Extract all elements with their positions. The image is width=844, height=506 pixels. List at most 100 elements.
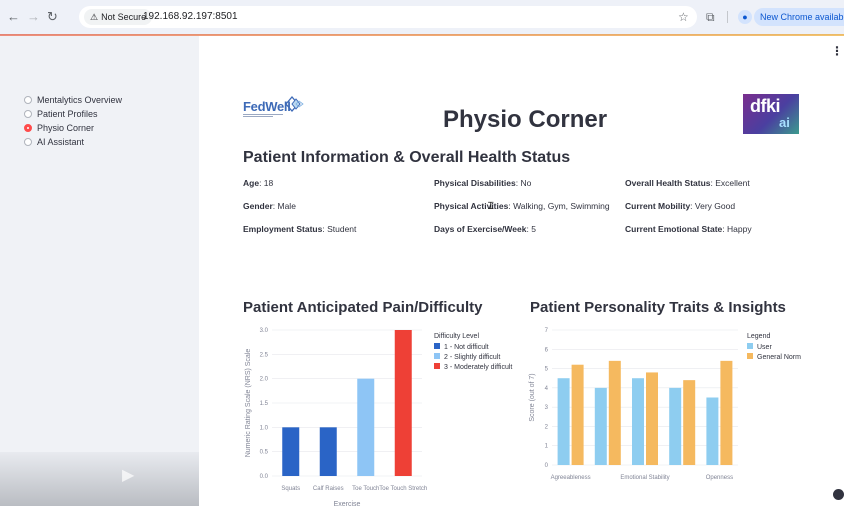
bar-user (706, 397, 719, 465)
radio-icon[interactable] (24, 96, 32, 104)
bar (357, 378, 375, 476)
legend-swatch (747, 353, 753, 359)
info-employment: Employment Status: Student (243, 224, 357, 234)
back-icon[interactable]: ← (7, 10, 20, 24)
radio-icon[interactable] (24, 138, 32, 146)
info-value: Happy (727, 224, 752, 234)
dfki-logo-ai: ai (779, 115, 790, 130)
sidebar-item-physio-corner[interactable]: Physio Corner (24, 122, 94, 134)
streamlit-status-icon[interactable] (833, 489, 844, 500)
page-title: Physio Corner (443, 106, 608, 133)
legend-label: User (757, 344, 772, 351)
sidebar-item-patient-profiles[interactable]: Patient Profiles (24, 108, 98, 120)
reload-icon[interactable]: ↻ (47, 10, 58, 24)
info-value: Male (277, 201, 296, 211)
x-tick-label: Toe Touch (352, 486, 379, 492)
info-key: Physical Disabilities (434, 178, 516, 188)
x-tick-label: Calf Raises (313, 486, 344, 492)
y-tick-label: 2.0 (260, 377, 269, 383)
sidebar-item-mentalytics-overview[interactable]: Mentalytics Overview (24, 94, 122, 106)
legend-swatch (434, 363, 440, 369)
bar (394, 330, 412, 476)
bar-general-norm (646, 372, 658, 465)
text-cursor-icon: Ɪ (488, 201, 494, 212)
x-tick-label: Toe Touch Stretch (379, 486, 427, 492)
legend-label: General Norm (757, 354, 801, 361)
info-key: Gender (243, 201, 273, 211)
x-tick-label: Agreeableness (551, 475, 591, 481)
forward-icon[interactable]: → (27, 10, 40, 24)
bar (282, 427, 300, 476)
y-tick-label: 1.5 (260, 401, 269, 407)
section-heading-pain: Patient Anticipated Pain/Difficulty (243, 299, 483, 316)
x-tick-label: Openness (706, 475, 733, 481)
bar (319, 427, 337, 476)
info-value: No (520, 178, 532, 188)
info-age: Age: 18 (243, 178, 274, 188)
info-gender: Gender: Male (243, 201, 296, 211)
fedwell-diamond-icon (285, 96, 304, 112)
y-tick-label: 3.0 (260, 328, 269, 334)
info-mobility: Current Mobility: Very Good (625, 201, 736, 211)
info-key: Physical Activities (434, 201, 509, 211)
bookmark-star-icon[interactable]: ☆ (678, 10, 689, 24)
y-tick-label: 0.5 (260, 450, 269, 456)
play-icon[interactable]: ▶ (122, 465, 134, 485)
legend-title: Legend (747, 333, 770, 340)
bar-user (557, 378, 570, 465)
info-key: Current Emotional State (625, 224, 723, 234)
radio-icon[interactable] (24, 110, 32, 118)
legend-swatch (434, 353, 440, 359)
warning-icon: ⚠ (90, 12, 99, 22)
bar-general-norm (683, 380, 696, 465)
sidebar-item-label: Patient Profiles (37, 109, 98, 119)
info-value: 5 (531, 224, 536, 234)
y-tick-label: 2 (545, 424, 549, 430)
personality-traits-chart: 0 1 2 3 4 5 6 7 Agreeableness Emotional Stability… (529, 328, 801, 481)
sidebar-item-label: Mentalytics Overview (37, 95, 123, 105)
security-chip[interactable]: ⚠ Not Secure (84, 9, 153, 25)
y-tick-label: 3 (545, 405, 549, 411)
new-chrome-button[interactable]: New Chrome available ⋮ (754, 8, 844, 26)
dfki-logo-text: dfki (750, 96, 781, 116)
y-axis-label: Numeric Rating Scale (NRS) Scale (245, 349, 252, 458)
y-tick-label: 6 (545, 347, 549, 353)
legend-swatch (434, 343, 440, 349)
bar-user (669, 387, 682, 465)
info-activities: Physical Activities: Walking, Gym, Swimm… (434, 201, 610, 211)
info-key: Days of Exercise/Week (434, 224, 527, 234)
fedwell-tagline-lines (243, 114, 283, 117)
profile-avatar-icon[interactable]: ● (738, 10, 752, 24)
info-value: Walking, Gym, Swimming (513, 201, 610, 211)
sidebar (0, 36, 199, 506)
info-health-status: Overall Health Status: Excellent (625, 178, 750, 188)
bar-general-norm (608, 360, 621, 465)
info-key: Overall Health Status (625, 178, 711, 188)
y-tick-label: 1.0 (260, 425, 269, 431)
sidebar-item-label: Physio Corner (37, 123, 95, 133)
pain-difficulty-chart: 0.0 0.5 1.0 1.5 2.0 2.5 3.0 Squats Calf Raises To… (245, 328, 512, 506)
info-value: Student (327, 224, 357, 234)
bar-general-norm (571, 364, 584, 465)
security-label: Not Secure (101, 12, 147, 22)
info-exercise-days: Days of Exercise/Week: 5 (434, 224, 536, 234)
main-menu-icon[interactable]: ⋮ (831, 44, 843, 58)
info-key: Employment Status (243, 224, 323, 234)
y-tick-label: 2.5 (260, 352, 269, 358)
info-key: Age (243, 178, 260, 188)
legend-label: 1 - Not difficult (444, 344, 489, 351)
radio-selected-icon[interactable] (24, 124, 32, 132)
url-text[interactable]: 192.168.92.197:8501 (143, 9, 238, 25)
info-disabilities: Physical Disabilities: No (434, 178, 532, 188)
info-value: Excellent (715, 178, 750, 188)
y-tick-label: 5 (545, 367, 549, 373)
legend-label: 3 - Moderately difficult (444, 364, 512, 371)
section-heading-info: Patient Information & Overall Health Sta… (243, 149, 571, 166)
bar-user (594, 387, 607, 465)
legend-title: Difficulty Level (434, 333, 479, 340)
bar-general-norm (720, 360, 733, 465)
extensions-icon[interactable]: ⧉ (706, 10, 715, 24)
sidebar-item-label: AI Assistant (37, 137, 85, 147)
sidebar-item-ai-assistant[interactable]: AI Assistant (24, 136, 84, 148)
section-heading-traits: Patient Personality Traits & Insights (530, 299, 786, 316)
